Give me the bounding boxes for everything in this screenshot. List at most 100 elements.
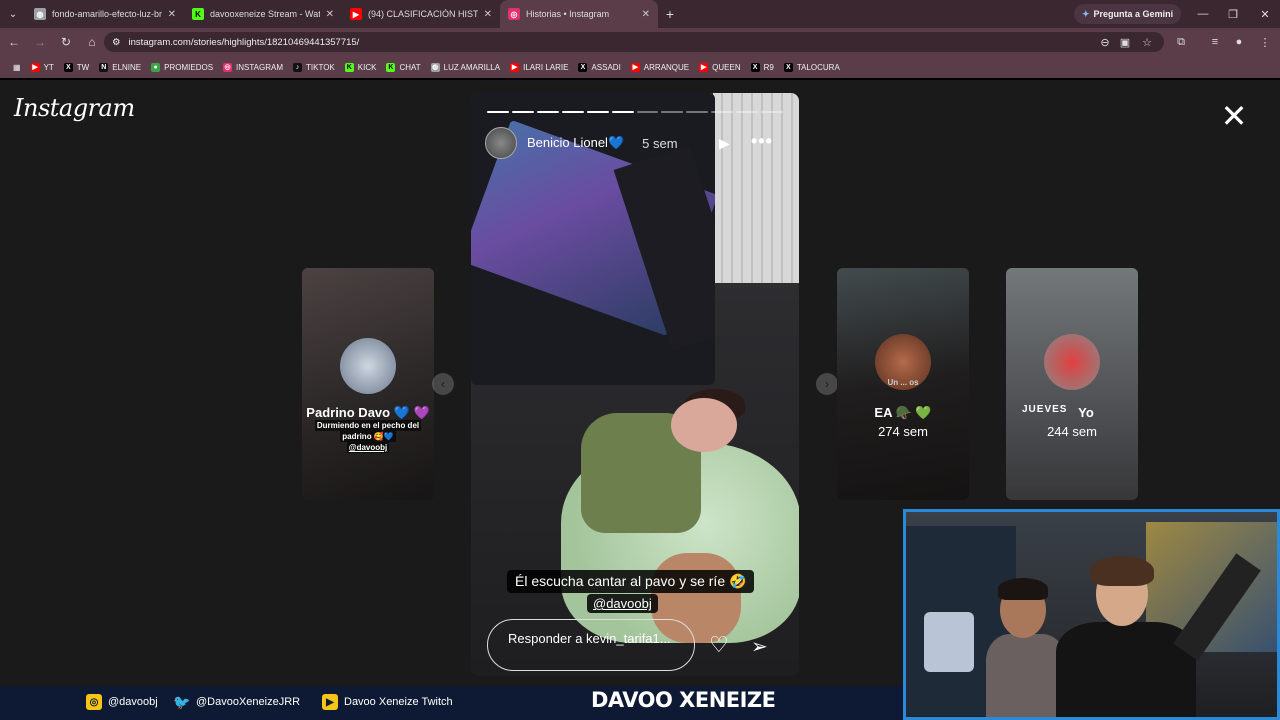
profile-avatar-icon[interactable]: ●: [1230, 33, 1248, 51]
story-age: 274 sem: [878, 424, 928, 439]
baby-face: [671, 398, 737, 452]
youtube-icon: ▶: [30, 62, 40, 72]
back-button[interactable]: ←: [2, 30, 26, 54]
story-age: 244 sem: [1047, 424, 1097, 439]
story-main[interactable]: Benicio Lionel💙 5 sem ▶ ••• Él escucha c…: [471, 93, 799, 676]
bookmark-talocura[interactable]: X TALOCURA: [779, 56, 845, 78]
preview-caption-line2: padrino 🥰💙: [340, 431, 396, 442]
story-progress-bar: [487, 111, 784, 114]
bookmark-kick[interactable]: K KICK: [340, 56, 382, 78]
bookmark-label: INSTAGRAM: [236, 62, 284, 72]
menu-icon[interactable]: ⋮: [1256, 33, 1274, 51]
progress-segment: [536, 111, 559, 113]
gemini-label: Pregunta a Gemini: [1093, 9, 1174, 19]
tab-1[interactable]: K davooxeneize Stream - Watch Live ✕: [184, 0, 342, 28]
bookmark-star-icon[interactable]: ☆: [1138, 33, 1156, 51]
tab-3-active[interactable]: ◎ Historias • Instagram ✕: [500, 0, 658, 28]
story-preview-right-2[interactable]: JUEVES Yo 244 sem: [1006, 268, 1138, 500]
close-tab-icon[interactable]: ✕: [326, 9, 334, 20]
bookmark-yt[interactable]: ▶ YT: [26, 56, 59, 78]
more-options-icon[interactable]: •••: [751, 131, 773, 152]
bookmark-r9[interactable]: X R9: [746, 56, 779, 78]
social-twitch: ▶ Davoo Xeneize Twitch: [322, 694, 453, 710]
tab-title: (94) CLASIFICACIÓN HISTÓRICA: [368, 9, 478, 19]
reading-list-icon[interactable]: ≡: [1206, 33, 1224, 51]
tab-title: Historias • Instagram: [526, 9, 610, 19]
story-preview-left[interactable]: Padrino Davo 💙 💜 Durmiendo en el pecho d…: [302, 268, 434, 500]
x-icon: X: [783, 62, 793, 72]
bookmark-label: ASSADI: [591, 62, 621, 72]
globe-icon: ◍: [34, 8, 46, 20]
tab-2[interactable]: ▶ (94) CLASIFICACIÓN HISTÓRICA ✕: [342, 0, 500, 28]
kick-icon: K: [192, 8, 204, 20]
gemini-button[interactable]: ✦ Pregunta a Gemini: [1074, 4, 1182, 24]
bookmark-assadi[interactable]: X ASSADI: [573, 56, 625, 78]
kick-icon: K: [386, 62, 396, 72]
bookmark-queen[interactable]: ▶ QUEEN: [694, 56, 745, 78]
play-icon[interactable]: ▶: [719, 135, 730, 152]
bookmark-ilari-larie[interactable]: ▶ ILARI LARIE: [505, 56, 573, 78]
story-preview-right-1[interactable]: Un ... os EA 🪖 💚 274 sem: [837, 268, 969, 500]
bookmark-tiktok[interactable]: ♪ TIKTOK: [288, 56, 340, 78]
progress-segment: [586, 111, 609, 113]
bookmark-elnine[interactable]: N ELNINE: [94, 56, 146, 78]
extensions-icon[interactable]: ⧉: [1172, 33, 1190, 51]
bookmarks-bar: ▦ ▶ YT X TW N ELNINE ● PROMIEDOS ◎ INSTAGRAM …: [0, 56, 1280, 78]
bookmark-tw[interactable]: X TW: [59, 56, 94, 78]
progress-segment: [511, 111, 534, 113]
bookmark-label: TALOCURA: [796, 62, 840, 72]
bookmark-arranque[interactable]: ▶ ARRANQUE: [626, 56, 694, 78]
next-story-chevron-icon[interactable]: ›: [816, 373, 838, 395]
zoom-icon[interactable]: ⊖: [1096, 33, 1114, 51]
bookmark-instagram[interactable]: ◎ INSTAGRAM: [218, 56, 288, 78]
bookmark-label: ARRANQUE: [643, 62, 690, 72]
bookmark-label: LUZ AMARILLA: [443, 62, 501, 72]
restore-button[interactable]: ❐: [1218, 0, 1248, 28]
story-header: Benicio Lionel💙 5 sem: [485, 127, 678, 159]
home-button[interactable]: ⌂: [80, 30, 104, 54]
bookmark-promiedos[interactable]: ● PROMIEDOS: [146, 56, 218, 78]
reply-input[interactable]: Responder a kevin_tarifa1...: [487, 619, 695, 671]
progress-segment: [487, 111, 509, 113]
instagram-icon: ◎: [508, 8, 520, 20]
bookmark-label: QUEEN: [712, 62, 741, 72]
tiktok-icon: ♪: [293, 62, 303, 72]
address-bar[interactable]: ⚙ instagram.com/stories/highlights/18210…: [104, 32, 1164, 52]
close-window-button[interactable]: ✕: [1250, 0, 1280, 28]
minimize-button[interactable]: —: [1188, 0, 1218, 28]
tab-0[interactable]: ◍ fondo-amarillo-efecto-luz-brillan ✕: [26, 0, 184, 28]
webcam-person-left: [986, 578, 1066, 717]
new-tab-button[interactable]: +: [658, 6, 682, 22]
send-icon[interactable]: ➢: [751, 634, 768, 659]
close-stories-icon[interactable]: ✕: [1218, 100, 1250, 132]
author-avatar[interactable]: [485, 127, 517, 159]
cast-icon[interactable]: ▣: [1116, 33, 1134, 51]
heart-icon[interactable]: ♡: [709, 632, 729, 658]
forward-button[interactable]: →: [28, 30, 52, 54]
apps-icon[interactable]: ▦: [8, 56, 26, 78]
globe-icon: ◍: [430, 62, 440, 72]
url-text: instagram.com/stories/highlights/1821046…: [128, 36, 360, 48]
youtube-icon: ▶: [699, 62, 709, 72]
progress-segment: [711, 111, 734, 113]
previous-story-chevron-icon[interactable]: ‹: [432, 373, 454, 395]
story-mention[interactable]: @davoobj: [587, 594, 658, 613]
bookmark-luz-amarilla[interactable]: ◍ LUZ AMARILLA: [426, 56, 505, 78]
close-tab-icon[interactable]: ✕: [642, 9, 650, 20]
instagram-logo[interactable]: Instagram: [14, 94, 135, 122]
bookmark-label: R9: [763, 62, 774, 72]
bookmark-label: YT: [43, 62, 54, 72]
x-icon: X: [578, 62, 588, 72]
site-info-icon[interactable]: ⚙: [112, 37, 121, 48]
story-author-name: Padrino Davo 💙 💜: [306, 405, 430, 420]
social-instagram: ◎ @davoobj: [86, 694, 158, 710]
progress-segment: [561, 111, 584, 113]
progress-segment: [761, 111, 784, 113]
tab-search-button[interactable]: ⌄: [0, 0, 26, 28]
reload-button[interactable]: ↻: [54, 30, 78, 54]
close-tab-icon[interactable]: ✕: [484, 9, 492, 20]
social-label: Davoo Xeneize Twitch: [344, 696, 453, 708]
author-username[interactable]: Benicio Lionel💙: [527, 135, 624, 151]
close-tab-icon[interactable]: ✕: [168, 9, 176, 20]
bookmark-chat[interactable]: K CHAT: [381, 56, 425, 78]
